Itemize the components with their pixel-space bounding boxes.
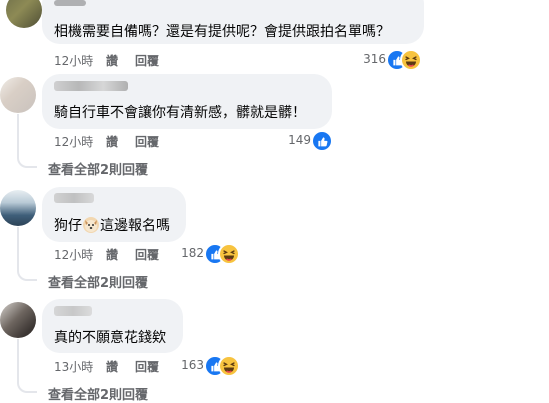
author-name-blurred[interactable] bbox=[54, 0, 86, 6]
reaction-count[interactable]: 149 bbox=[281, 133, 311, 147]
comment-text: 相機需要自備嗎？還是有提供呢？會提供跟拍名單嗎？ bbox=[54, 24, 390, 40]
view-all-replies-link[interactable]: 查看全部2則回覆 bbox=[48, 159, 148, 178]
comment-text: 狗仔 這邊報名嗎 bbox=[54, 215, 170, 235]
comment-text-part: 這邊報名嗎 bbox=[100, 218, 170, 234]
comment-time[interactable]: 12小時 bbox=[54, 52, 93, 69]
reply-link[interactable]: 回覆 bbox=[135, 52, 159, 69]
author-name-blurred[interactable] bbox=[54, 193, 94, 203]
thread-line bbox=[17, 227, 19, 265]
avatar[interactable] bbox=[0, 77, 36, 113]
dog-face-emoji-icon bbox=[83, 217, 99, 233]
like-link[interactable]: 讚 bbox=[106, 358, 118, 375]
avatar[interactable] bbox=[0, 190, 36, 226]
haha-icon[interactable] bbox=[218, 243, 240, 265]
thread-connector bbox=[17, 377, 37, 393]
haha-icon[interactable] bbox=[218, 355, 240, 377]
author-name-blurred[interactable] bbox=[54, 306, 92, 316]
comment-time[interactable]: 13小時 bbox=[54, 358, 93, 375]
thread-line bbox=[17, 339, 19, 377]
like-link[interactable]: 讚 bbox=[106, 133, 118, 150]
like-link[interactable]: 讚 bbox=[106, 246, 118, 263]
like-link[interactable]: 讚 bbox=[106, 52, 118, 69]
comment-text-part: 狗仔 bbox=[54, 218, 82, 234]
thread-line bbox=[17, 114, 19, 152]
reaction-count[interactable]: 182 bbox=[174, 246, 204, 260]
comment-actions: 12小時 讚 回覆 bbox=[54, 133, 204, 149]
author-name-blurred[interactable] bbox=[54, 81, 128, 91]
view-all-replies-link[interactable]: 查看全部2則回覆 bbox=[48, 272, 148, 291]
reply-link[interactable]: 回覆 bbox=[135, 133, 159, 150]
thread-connector bbox=[17, 152, 37, 168]
reply-link[interactable]: 回覆 bbox=[135, 358, 159, 375]
reaction-count[interactable]: 163 bbox=[174, 358, 204, 372]
reaction-count[interactable]: 316 bbox=[356, 52, 386, 66]
thread-connector bbox=[17, 265, 37, 281]
comment-text: 真的不願意花錢欸 bbox=[54, 330, 166, 346]
like-icon[interactable] bbox=[311, 130, 333, 152]
comment-time[interactable]: 12小時 bbox=[54, 133, 93, 150]
comment-time[interactable]: 12小時 bbox=[54, 246, 93, 263]
haha-icon[interactable] bbox=[400, 49, 422, 71]
reply-link[interactable]: 回覆 bbox=[135, 246, 159, 263]
comment-text: 騎自行車不會讓你有清新感，髒就是髒！ bbox=[54, 105, 306, 121]
comment-actions: 12小時 讚 回覆 bbox=[54, 52, 204, 68]
avatar[interactable] bbox=[6, 0, 42, 28]
view-all-replies-link[interactable]: 查看全部2則回覆 bbox=[48, 384, 148, 403]
avatar[interactable] bbox=[0, 302, 36, 338]
